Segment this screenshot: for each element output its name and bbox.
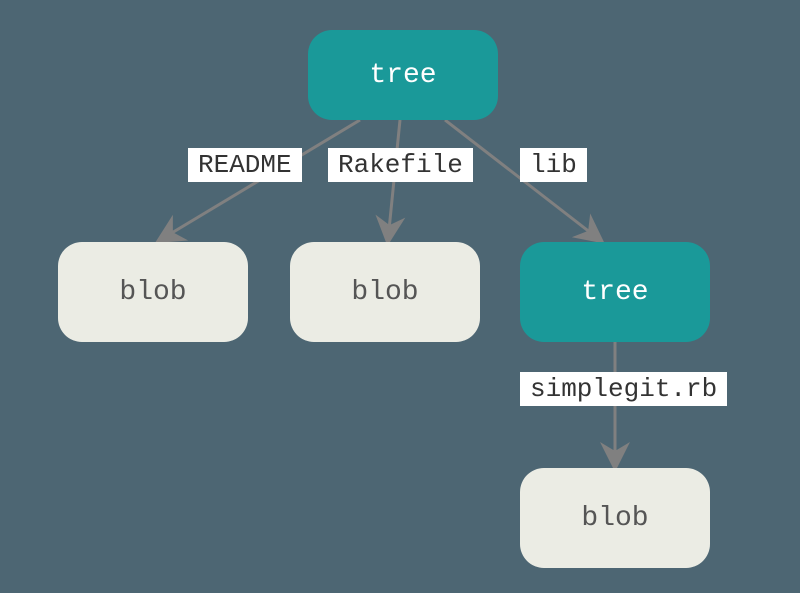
- edge-text: README: [198, 150, 292, 180]
- node-label: blob: [119, 277, 186, 308]
- edge-text: lib: [530, 150, 577, 180]
- node-tree-lib: tree: [520, 242, 710, 342]
- node-blob-rakefile: blob: [290, 242, 480, 342]
- edge-label-lib: lib: [520, 148, 587, 182]
- edge-label-simplegit: simplegit.rb: [520, 372, 727, 406]
- node-label: blob: [351, 277, 418, 308]
- edge-label-readme: README: [188, 148, 302, 182]
- node-label: tree: [581, 277, 648, 308]
- node-root-tree: tree: [308, 30, 498, 120]
- node-label: tree: [369, 60, 436, 91]
- edge-label-rakefile: Rakefile: [328, 148, 473, 182]
- edge-text: Rakefile: [338, 150, 463, 180]
- node-blob-simplegit: blob: [520, 468, 710, 568]
- node-blob-readme: blob: [58, 242, 248, 342]
- edge-text: simplegit.rb: [530, 374, 717, 404]
- node-label: blob: [581, 503, 648, 534]
